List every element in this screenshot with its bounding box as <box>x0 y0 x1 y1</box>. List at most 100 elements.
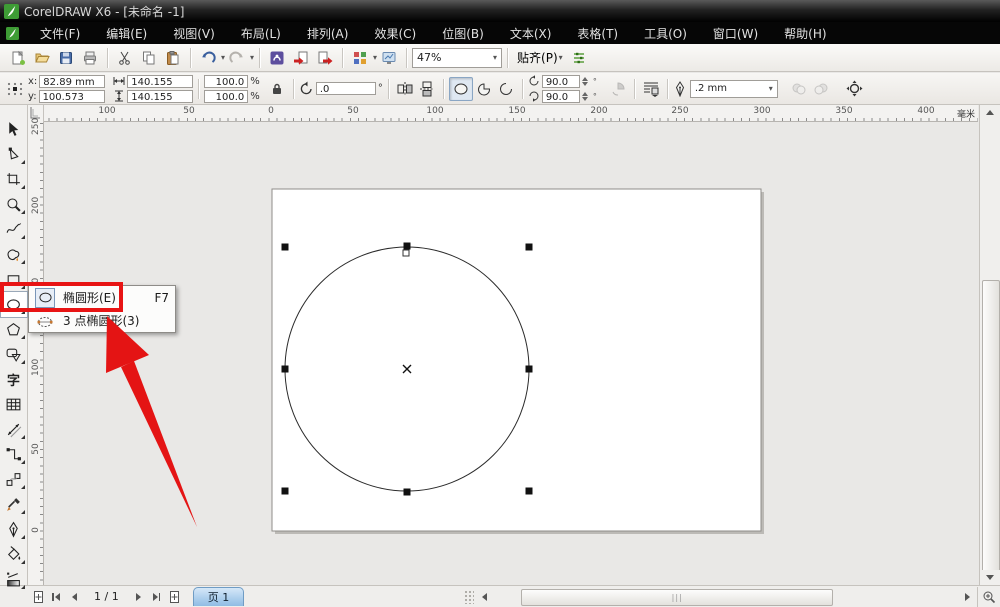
connector-tool[interactable] <box>1 442 27 467</box>
outline-width-combo[interactable]: .2 mm <box>689 79 778 98</box>
rectangle-tool[interactable] <box>1 267 27 292</box>
vertical-scrollbar[interactable] <box>979 105 1000 585</box>
vertical-scroll-thumb[interactable] <box>982 280 1000 572</box>
menu-arrange[interactable]: 排列(A) <box>294 22 362 45</box>
snap-to-button[interactable]: 贴齐(P) <box>513 47 567 68</box>
menu-window[interactable]: 窗口(W) <box>700 22 771 45</box>
scroll-left-button[interactable] <box>476 589 492 605</box>
scroll-down-button[interactable] <box>980 570 1000 585</box>
change-direction-button[interactable] <box>607 78 629 100</box>
fill-tool[interactable] <box>1 542 27 567</box>
object-width-field[interactable]: 140.155 mm <box>127 74 194 101</box>
blend-tool[interactable] <box>1 467 27 492</box>
new-document-button[interactable] <box>7 47 29 69</box>
mirror-horizontal-button[interactable] <box>394 78 416 100</box>
menu-file[interactable]: 文件(F) <box>27 22 93 45</box>
text-tool[interactable]: 字 <box>1 367 27 392</box>
scrollbar-splitter-grip[interactable] <box>464 589 475 604</box>
next-page-button[interactable] <box>131 589 147 605</box>
dimension-tool[interactable] <box>1 417 27 442</box>
drawing-canvas[interactable] <box>44 122 978 585</box>
print-button[interactable] <box>79 47 101 69</box>
menu-table[interactable]: 表格(T) <box>564 22 631 45</box>
open-button[interactable] <box>31 47 53 69</box>
navigator-zoom-button[interactable] <box>977 586 1000 607</box>
menu-edit[interactable]: 编辑(E) <box>93 22 160 45</box>
to-back-button[interactable] <box>810 78 832 100</box>
cut-button[interactable] <box>114 47 136 69</box>
handle-top-middle[interactable] <box>403 242 411 250</box>
undo-dropdown[interactable] <box>221 53 225 62</box>
options-button[interactable] <box>568 47 590 69</box>
ending-angle-spinner[interactable] <box>581 91 591 101</box>
horizontal-scrollbar[interactable] <box>476 588 975 606</box>
handle-bottom-middle[interactable] <box>403 488 411 496</box>
zoom-tool[interactable] <box>1 192 27 217</box>
menu-effects[interactable]: 效果(C) <box>361 22 429 45</box>
rotation-angle-field[interactable]: .0 <box>315 82 376 95</box>
import-button[interactable] <box>290 47 312 69</box>
handle-top-right[interactable] <box>525 243 533 251</box>
last-page-button[interactable] <box>149 589 165 605</box>
to-front-button[interactable] <box>788 78 810 100</box>
pie-mode-button[interactable] <box>473 78 495 100</box>
menu-tools[interactable]: 工具(O) <box>631 22 700 45</box>
arc-mode-button[interactable] <box>495 78 517 100</box>
outline-pen-tool[interactable] <box>1 517 27 542</box>
ellipse-node[interactable] <box>402 249 410 257</box>
application-launcher-dropdown[interactable] <box>373 53 377 62</box>
y-position-field[interactable]: 100.573 mm <box>38 89 105 116</box>
menu-text[interactable]: 文本(X) <box>497 22 565 45</box>
ellipse-mode-button[interactable] <box>448 76 473 101</box>
export-button[interactable] <box>314 47 336 69</box>
first-page-button[interactable] <box>48 589 64 605</box>
ending-angle-field[interactable]: 90.0 <box>541 89 580 103</box>
application-launcher-button[interactable] <box>349 47 371 69</box>
handle-middle-right[interactable] <box>525 365 533 373</box>
ellipse-tool[interactable] <box>0 291 28 318</box>
mirror-vertical-button[interactable] <box>416 78 438 100</box>
handle-middle-left[interactable] <box>281 365 289 373</box>
starting-angle-spinner[interactable] <box>581 76 591 86</box>
menu-bitmaps[interactable]: 位图(B) <box>429 22 497 45</box>
search-content-button[interactable] <box>266 47 288 69</box>
color-eyedropper-tool[interactable] <box>1 492 27 517</box>
object-height-field[interactable]: 140.155 mm <box>127 89 194 116</box>
add-page-before-button[interactable] <box>30 589 46 605</box>
interactive-fill-tool[interactable] <box>1 567 27 592</box>
scale-x-field[interactable]: 100.0 <box>204 74 249 88</box>
redo-dropdown[interactable] <box>250 53 254 62</box>
menu-view[interactable]: 视图(V) <box>160 22 228 45</box>
redo-button[interactable] <box>226 47 248 69</box>
handle-bottom-right[interactable] <box>525 487 533 495</box>
flyout-item-3point-ellipse[interactable]: 3 点椭圆形(3) <box>29 309 175 332</box>
previous-page-button[interactable] <box>66 589 82 605</box>
scroll-right-button[interactable] <box>959 589 975 605</box>
save-button[interactable] <box>55 47 77 69</box>
table-tool[interactable] <box>1 392 27 417</box>
menu-help[interactable]: 帮助(H) <box>771 22 839 45</box>
handle-top-left[interactable] <box>281 243 289 251</box>
object-properties-button[interactable] <box>844 78 866 100</box>
lock-ratio-button[interactable] <box>266 78 288 100</box>
crop-tool[interactable] <box>1 167 27 192</box>
undo-button[interactable] <box>197 47 219 69</box>
zoom-level-combo[interactable]: 47% <box>412 47 503 68</box>
starting-angle-field[interactable]: 90.0 <box>541 74 580 88</box>
flyout-item-ellipse[interactable]: 椭圆形(E) F7 <box>29 286 175 309</box>
copy-button[interactable] <box>138 47 160 69</box>
x-position-field[interactable]: 82.89 mm <box>39 74 106 88</box>
smart-fill-tool[interactable] <box>1 242 27 267</box>
horizontal-scroll-thumb[interactable] <box>521 589 834 606</box>
polygon-tool[interactable] <box>1 317 27 342</box>
add-page-after-button[interactable] <box>167 589 183 605</box>
welcome-screen-button[interactable] <box>378 47 400 69</box>
pick-tool[interactable] <box>1 117 27 142</box>
wrap-text-button[interactable] <box>640 78 662 100</box>
handle-bottom-left[interactable] <box>281 487 289 495</box>
shape-tool[interactable] <box>1 142 27 167</box>
basic-shapes-tool[interactable] <box>1 342 27 367</box>
paste-button[interactable] <box>162 47 184 69</box>
page-tab[interactable]: 页 1 <box>192 587 245 606</box>
freehand-tool[interactable] <box>1 217 27 242</box>
